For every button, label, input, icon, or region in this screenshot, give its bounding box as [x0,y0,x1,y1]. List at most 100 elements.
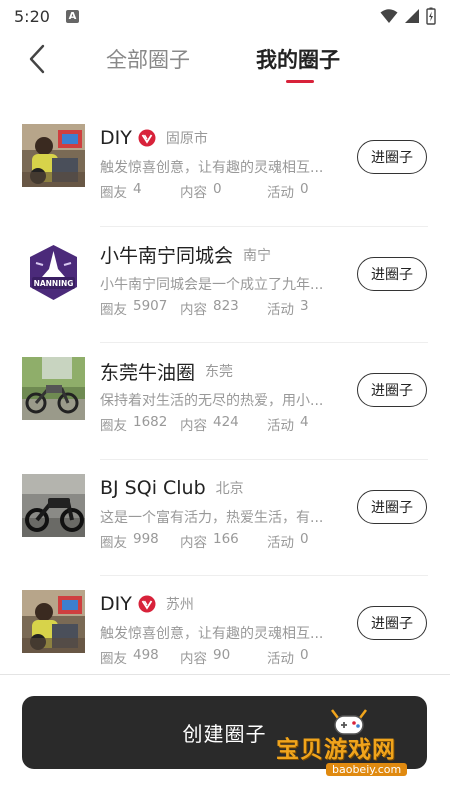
content-label: 内容 [180,534,207,551]
circle-city: 北京 [215,480,244,497]
circle-stats: 圈友 1682 内容 424 活动 4 [100,414,309,434]
content-stat: 内容 823 [180,298,267,318]
content-count: 166 [213,530,239,547]
members-count: 998 [133,530,159,547]
circle-description: 小牛南宁同城会是一个成立了九年... [100,276,324,293]
circle-title: DIY [100,127,132,149]
activity-label: 活动 [267,185,294,201]
content-label: 内容 [180,301,207,318]
circle-avatar [22,124,85,187]
members-label: 圈友 [100,418,127,434]
circle-stats: 圈友 4 内容 0 活动 0 [100,181,309,201]
back-button[interactable] [22,42,52,76]
activity-label: 活动 [267,301,294,318]
activity-count: 0 [300,530,309,547]
members-stat: 圈友 5907 [100,298,180,318]
verified-badge-icon [138,595,156,613]
circle-avatar [22,590,85,653]
circle-description: 保持着对生活的无尽的热爱，用小... [100,393,324,409]
title-row: DIY 固原市 [100,124,208,152]
members-label: 圈友 [100,301,127,318]
circle-city: 固原市 [165,131,208,147]
active-tab-indicator [286,80,314,83]
activity-count: 4 [300,414,309,430]
members-stat: 圈友 998 [100,531,180,551]
circle-description: 触发惊喜创意，让有趣的灵魂相互... [100,160,324,176]
circle-city: 苏州 [165,597,194,613]
circle-city: 南宁 [243,247,272,264]
members-count: 498 [133,647,159,663]
join-circle-button[interactable]: 进圈子 [357,256,427,291]
list-item[interactable]: DIY 苏州 触发惊喜创意，让有趣的灵魂相互... 圈友 498 内容 90 活动 0… [0,576,450,693]
content-stat: 内容 166 [180,531,267,551]
wifi-icon [380,9,398,23]
bottom-divider [0,674,450,675]
content-count: 0 [213,181,222,197]
activity-stat: 活动 4 [267,414,309,434]
circle-list: DIY 固原市 触发惊喜创意，让有趣的灵魂相互... 圈友 4 内容 0 活动 0 进… [0,110,450,693]
title-row: BJ SQi Club 北京 [100,474,244,502]
title-row: DIY 苏州 [100,590,194,618]
status-time: 5:20 [14,6,50,26]
content-label: 内容 [180,418,207,434]
title-row: 小牛南宁同城会 南宁 [100,241,271,269]
activity-stat: 活动 3 [267,298,309,318]
circle-stats: 圈友 498 内容 90 活动 0 [100,647,309,667]
activity-label: 活动 [267,418,294,434]
circle-title: DIY [100,593,132,615]
status-bar: 5:20 A [0,0,450,32]
content-stat: 内容 424 [180,414,267,434]
signal-icon [405,9,419,23]
join-circle-button[interactable]: 进圈子 [357,606,427,640]
list-item[interactable]: 东莞牛油圈 东莞 保持着对生活的无尽的热爱，用小... 圈友 1682 内容 424… [0,343,450,460]
status-icons [380,7,436,25]
circle-avatar [22,473,85,537]
members-stat: 圈友 1682 [100,414,180,434]
members-stat: 圈友 498 [100,647,180,667]
members-label: 圈友 [100,651,127,667]
content-label: 内容 [180,185,207,201]
circle-city: 东莞 [205,364,234,380]
nanning-logo-text: NANNING [34,279,74,288]
watermark-text: 宝贝游戏网 [276,737,396,763]
content-count: 823 [213,297,239,314]
content-stat: 内容 90 [180,647,267,667]
content-count: 90 [213,647,231,663]
members-stat: 圈友 4 [100,181,180,201]
list-item[interactable]: BJ SQi Club 北京 这是一个富有活力，热爱生活，有... 圈友 998 … [0,460,450,576]
verified-badge-icon [138,129,156,147]
header: 全部圈子 我的圈子 [0,32,450,88]
circle-title: 小牛南宁同城会 [100,245,234,267]
activity-count: 3 [300,297,309,314]
circle-title: 东莞牛油圈 [100,361,196,384]
title-row: 东莞牛油圈 东莞 [100,357,233,385]
content-label: 内容 [180,651,207,667]
list-item[interactable]: NANNING 小牛南宁同城会 南宁 小牛南宁同城会是一个成立了九年... 圈友… [0,227,450,343]
watermark: 宝贝游戏网 baobeiy.com [270,708,446,782]
join-circle-button[interactable]: 进圈子 [357,373,427,407]
members-label: 圈友 [100,185,127,201]
join-circle-button[interactable]: 进圈子 [357,489,427,524]
content-stat: 内容 0 [180,181,267,201]
activity-count: 0 [300,647,309,663]
join-circle-button[interactable]: 进圈子 [357,140,427,174]
notification-icon: A [65,9,79,23]
activity-stat: 活动 0 [267,181,309,201]
circle-description: 触发惊喜创意，让有趣的灵魂相互... [100,626,324,642]
list-item[interactable]: DIY 固原市 触发惊喜创意，让有趣的灵魂相互... 圈友 4 内容 0 活动 0 进… [0,110,450,227]
tab-all-circles[interactable]: 全部圈子 [106,44,190,74]
tab-my-circles[interactable]: 我的圈子 [256,44,340,74]
activity-stat: 活动 0 [267,647,309,667]
activity-stat: 活动 0 [267,531,309,551]
members-count: 1682 [133,414,168,430]
content-count: 424 [213,414,239,430]
battery-icon [426,7,436,25]
create-circle-label: 创建圈子 [182,722,267,746]
circle-title: BJ SQi Club [100,476,206,499]
circle-description: 这是一个富有活力，热爱生活，有... [100,509,324,526]
circle-avatar: NANNING [22,240,85,304]
members-count: 4 [133,181,142,197]
activity-label: 活动 [267,534,294,551]
chevron-left-icon [29,44,45,74]
activity-label: 活动 [267,651,294,667]
